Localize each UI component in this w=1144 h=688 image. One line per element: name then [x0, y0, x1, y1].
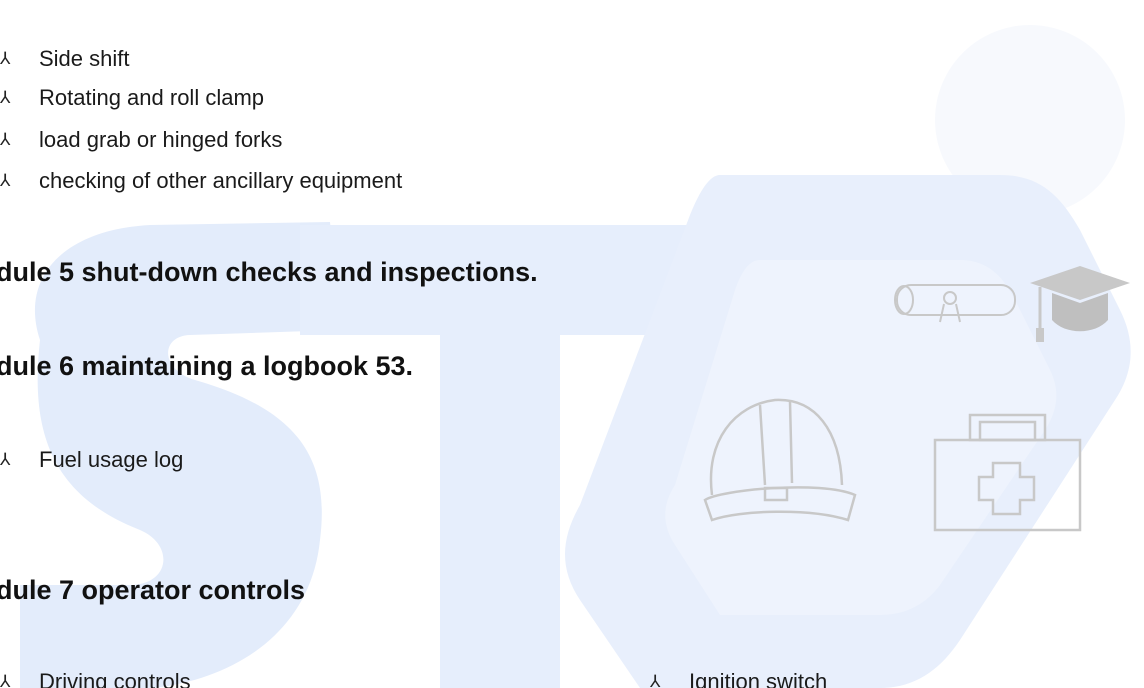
list-item-text: Driving controls	[39, 669, 191, 688]
bullet-icon: ⅄	[650, 672, 661, 688]
bullet-icon: ⅄	[0, 171, 11, 190]
list-item-text: load grab or hinged forks	[39, 127, 283, 152]
bullet-icon: ⅄	[0, 88, 11, 107]
module-6-heading: dule 6 maintaining a logbook 53.	[0, 351, 414, 381]
bullet-icon: ⅄	[0, 49, 11, 68]
list-item-text: checking of other ancillary equipment	[39, 168, 403, 193]
document-content: ⅄ Side shift ⅄ Rotating and roll clamp ⅄…	[0, 0, 1144, 688]
module-5-heading: dule 5 shut-down checks and inspections.	[0, 257, 538, 287]
document-page: ⅄ Side shift ⅄ Rotating and roll clamp ⅄…	[0, 0, 1144, 688]
list-item-text: Ignition switch	[689, 669, 828, 688]
list-item-text: Side shift	[39, 46, 130, 71]
list-item-text: Rotating and roll clamp	[39, 85, 265, 110]
bullet-icon: ⅄	[0, 672, 11, 688]
bullet-icon: ⅄	[0, 450, 11, 469]
module-7-heading: dule 7 operator controls	[0, 575, 306, 605]
list-item-text: Fuel usage log	[39, 447, 184, 472]
bullet-icon: ⅄	[0, 130, 11, 149]
